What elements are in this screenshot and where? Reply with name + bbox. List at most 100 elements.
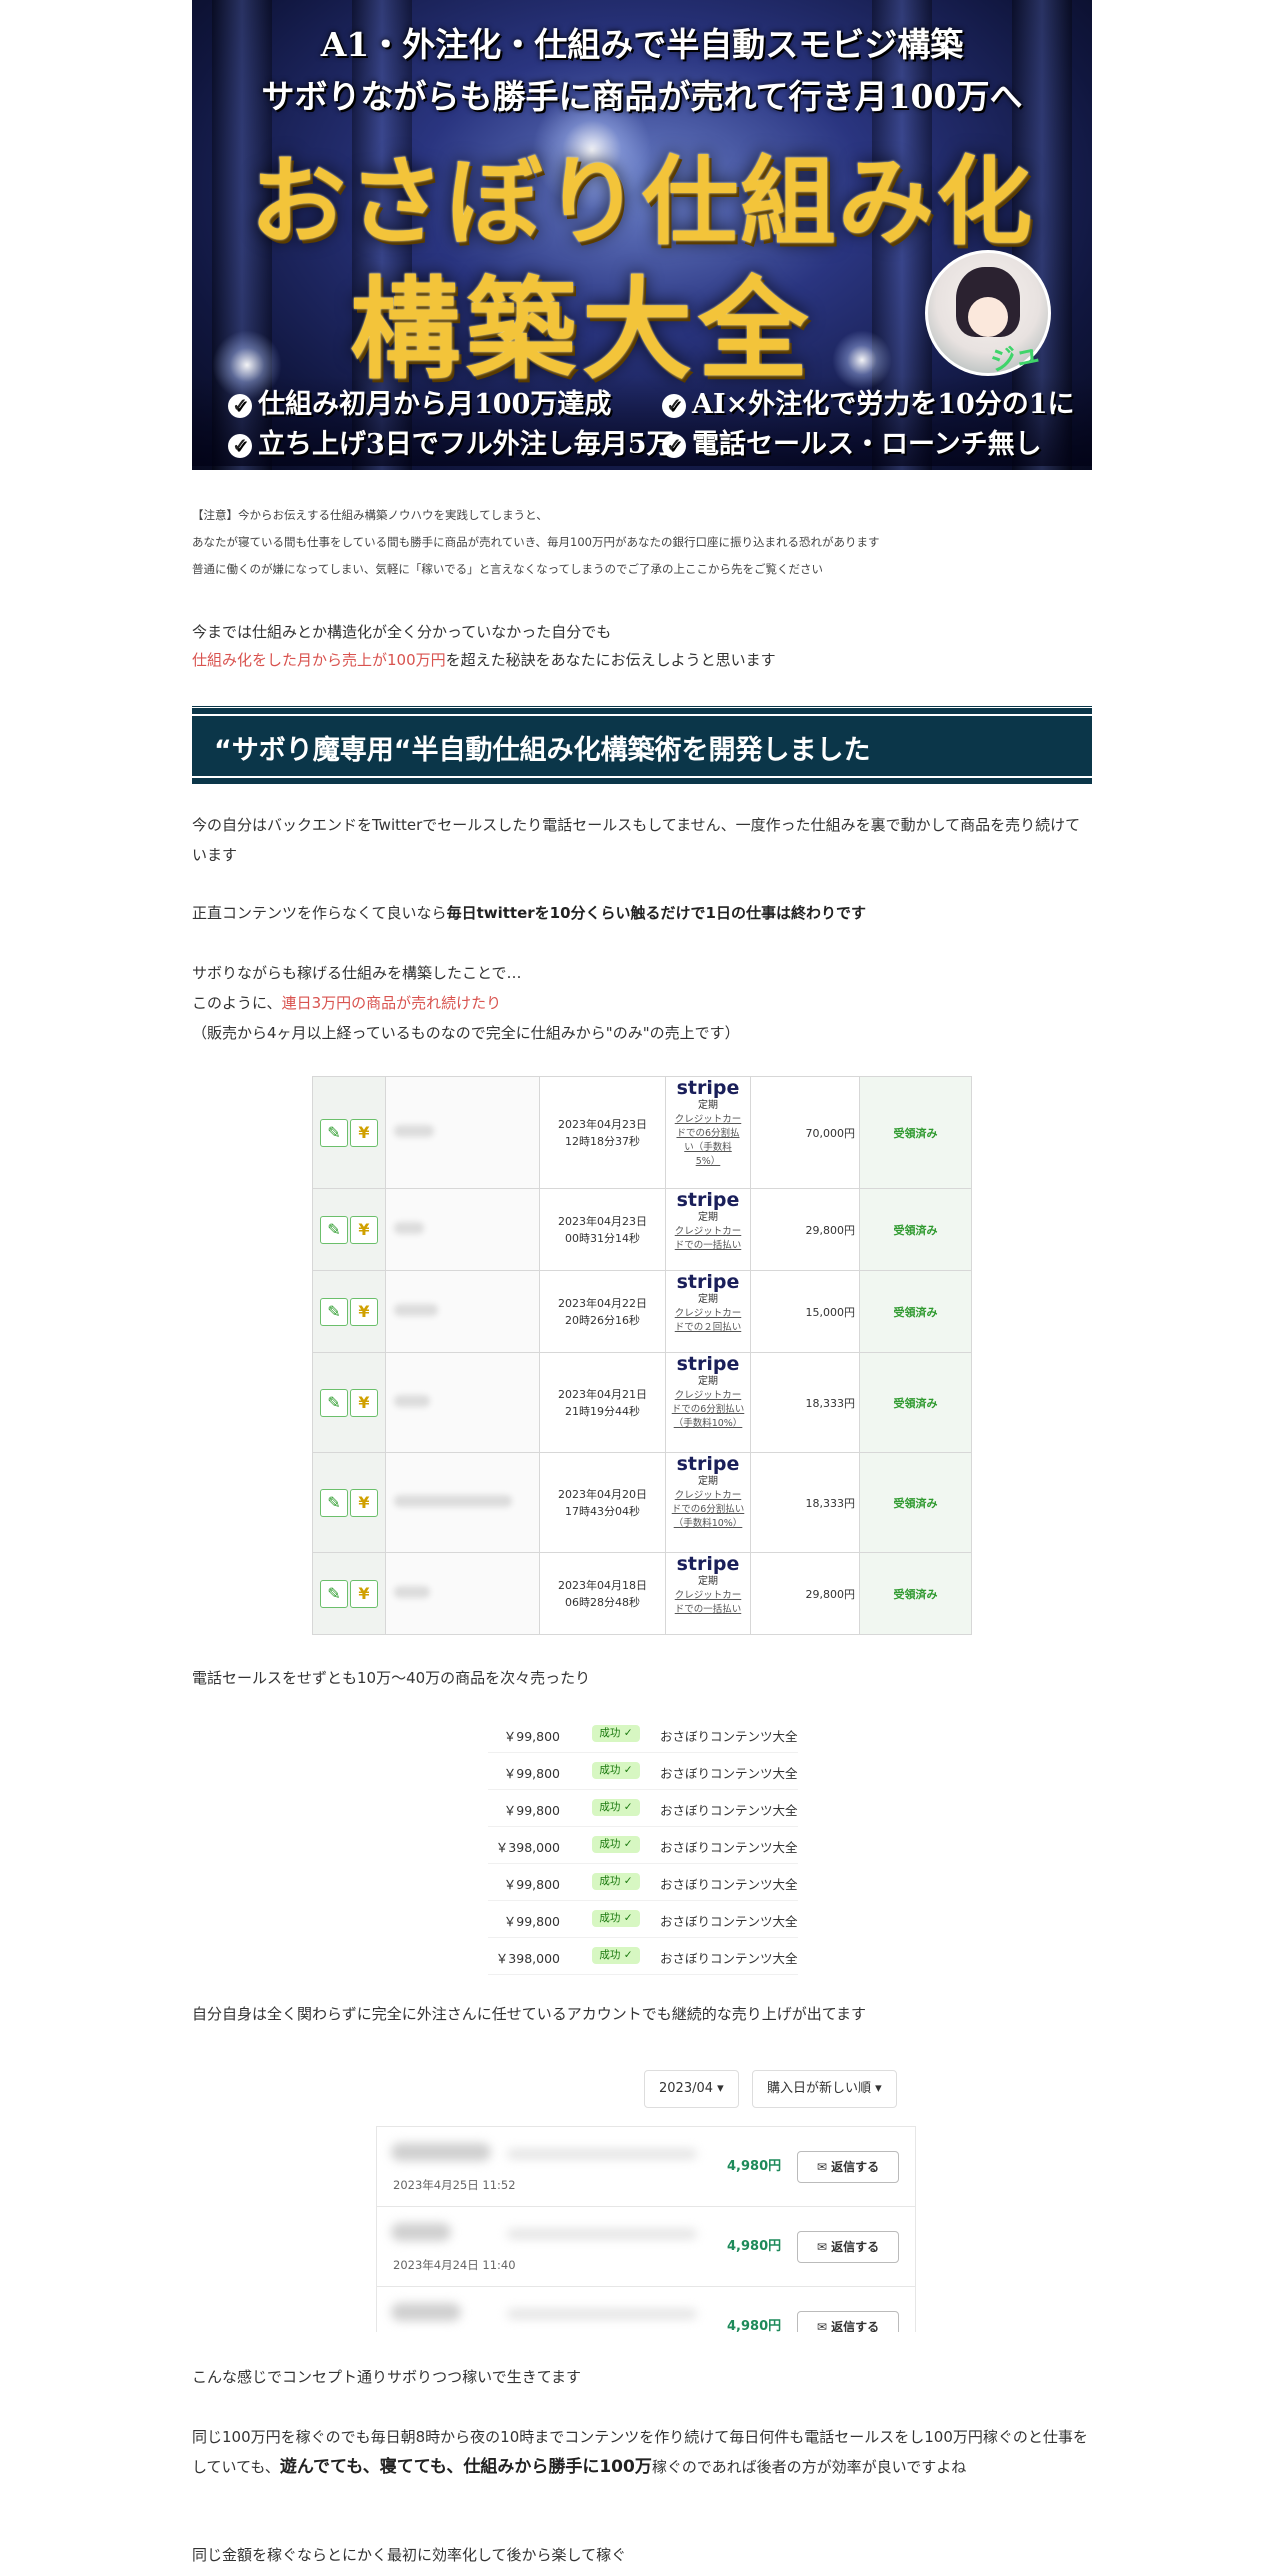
customer-name-blurred	[385, 1552, 540, 1635]
status-badge: 成功 ✓	[592, 1762, 640, 1779]
order-datetime: 2023年04月21日 21時19分44秒	[539, 1352, 666, 1453]
table-row: ✎ ¥2023年04月23日 00時31分14秒 stripe 定期 クレジットカー ドでの…	[312, 1188, 972, 1271]
body-p3-line1: サボりながらも稼げる仕組みを構築したことで…	[192, 964, 522, 982]
chevron-down-icon: ▾	[875, 2081, 882, 2096]
yen-icon[interactable]: ¥	[350, 1488, 378, 1517]
section-heading-text: “サボり魔専用“半自動仕組み化構築術を開発しました	[214, 735, 871, 766]
payment-amount: ￥99,800	[503, 1803, 560, 1818]
status-badge: 受領済み	[859, 1352, 972, 1453]
pencil-icon[interactable]: ✎	[320, 1118, 348, 1147]
pencil-icon[interactable]: ✎	[320, 1297, 348, 1326]
order-amount: 15,000円	[750, 1270, 860, 1353]
row-actions: ✎ ¥	[312, 1076, 386, 1189]
body-p3: サボりながらも稼げる仕組みを構築したことで… このように、連日3万円の商品が売れ…	[192, 958, 1092, 1048]
body-p2-bold: 毎日twitterを10分くらい触るだけで1日の仕事は終わりです	[446, 904, 866, 922]
check-icon: ✓	[228, 394, 252, 418]
notice-block: 【注意】今からお伝えする仕組み構築ノウハウを実践してしまうと、 あなたが寝ている…	[192, 502, 1092, 583]
row-actions: ✎ ¥	[312, 1552, 386, 1635]
mail-icon: ✉	[816, 2240, 832, 2254]
chevron-down-icon: ▾	[717, 2081, 724, 2096]
list-item: ￥99,800 成功 ✓ おさぼりコンテンツ大全	[488, 1716, 798, 1753]
status-badge: 受領済み	[859, 1076, 972, 1189]
yen-icon[interactable]: ¥	[350, 1118, 378, 1147]
banner-check-2: ✓ AI×外注化で労力を10分の1に	[662, 382, 1075, 421]
stripe-logo: stripe	[676, 1271, 740, 1293]
sales-table: ✎ ¥2023年04月23日 12時18分37秒 stripe 定期 クレジットカー ドでの…	[312, 1076, 972, 1635]
banner-check-1: ✓ 仕組み初月から月100万達成	[228, 382, 611, 421]
reply-button[interactable]: ✉ 返信する	[797, 2231, 899, 2263]
status-badge: 成功 ✓	[592, 1725, 640, 1742]
sort-select[interactable]: 購入日が新しい順 ▾	[752, 2070, 897, 2108]
order-datetime: 2023年04月22日 20時26分16秒	[539, 1270, 666, 1353]
payment-method: stripe 定期 クレジットカー ドでの6分割払 い（手数料 5%）	[665, 1076, 751, 1189]
order-card: 2023年4月25日 11:52 4,980円 ✉ 返信する	[376, 2126, 916, 2208]
closing-p2: 同じ100万円を稼ぐのでも毎日朝8時から夜の10時までコンテンツを作り続けて毎日…	[192, 2428, 1088, 2477]
payment-amount: ￥99,800	[503, 1729, 560, 1744]
list-item: ￥99,800 成功 ✓ おさぼりコンテンツ大全	[488, 1753, 798, 1790]
check-icon: ✓	[228, 434, 252, 458]
status-badge: 成功 ✓	[592, 1799, 640, 1816]
intro-line2: を超えた秘訣をあなたにお伝えしようと思います	[445, 651, 776, 669]
table-row: ✎ ¥2023年04月21日 21時19分44秒 stripe 定期 クレジットカー ドでの…	[312, 1352, 972, 1453]
table-row: ✎ ¥2023年04月20日 17時43分04秒 stripe 定期 クレジットカー ドでの…	[312, 1452, 972, 1553]
list-item: ￥99,800 成功 ✓ おさぼりコンテンツ大全	[488, 1790, 798, 1827]
reply-button[interactable]: ✉ 返信する	[797, 2311, 899, 2332]
status-badge: 受領済み	[859, 1552, 972, 1635]
order-datetime: 2023年04月18日 06時28分48秒	[539, 1552, 666, 1635]
buyer-name-blurred	[391, 2223, 451, 2241]
pencil-icon[interactable]: ✎	[320, 1579, 348, 1608]
closing-p1: こんな感じでコンセプト通りサボりつつ稼いで生きてます	[192, 2368, 581, 2386]
buyer-name-blurred	[391, 2303, 461, 2321]
list-item: ￥398,000 成功 ✓ おさぼりコンテンツ大全	[488, 1827, 798, 1864]
check-icon: ✓	[662, 434, 686, 458]
body-p1: 今の自分はバックエンドをTwitterでセールスしたり電話セールスもしてません、…	[192, 816, 1081, 864]
order-datetime: 2023年04月23日 00時31分14秒	[539, 1188, 666, 1271]
order-price: 4,980円	[727, 2319, 782, 2332]
customer-name-blurred	[385, 1076, 540, 1189]
row-actions: ✎ ¥	[312, 1270, 386, 1353]
customer-name-blurred	[385, 1452, 540, 1553]
status-badge: 受領済み	[859, 1452, 972, 1553]
closing-p3: 同じ金額を稼ぐならとにかく最初に効率化して後から楽して稼ぐ	[192, 2546, 627, 2564]
status-badge: 成功 ✓	[592, 1836, 640, 1853]
payment-amount: ￥398,000	[495, 1840, 560, 1855]
payment-description: おさぼりコンテンツ大全	[660, 1729, 798, 1744]
order-price: 4,980円	[727, 2159, 782, 2174]
payment-method: stripe 定期 クレジットカー ドでの２回払い	[665, 1270, 751, 1353]
closing-p2-bold: 遊んでても、寝てても、仕組みから勝手に100万	[279, 2457, 652, 2477]
pencil-icon[interactable]: ✎	[320, 1488, 348, 1517]
list-item: ￥99,800 成功 ✓ おさぼりコンテンツ大全	[488, 1864, 798, 1901]
payment-description: おさぼりコンテンツ大全	[660, 1840, 798, 1855]
status-badge: 成功 ✓	[592, 1910, 640, 1927]
order-amount: 18,333円	[750, 1452, 860, 1553]
payment-description: おさぼりコンテンツ大全	[660, 1914, 798, 1929]
stripe-logo: stripe	[676, 1189, 740, 1211]
row-actions: ✎ ¥	[312, 1452, 386, 1553]
yen-icon[interactable]: ¥	[350, 1297, 378, 1326]
reply-button[interactable]: ✉ 返信する	[797, 2151, 899, 2183]
product-title-blurred	[507, 2309, 697, 2319]
yen-icon[interactable]: ¥	[350, 1215, 378, 1244]
body-p3-highlight: 連日3万円の商品が売れ続けたり	[281, 994, 502, 1012]
payment-amount: ￥99,800	[503, 1914, 560, 1929]
row-actions: ✎ ¥	[312, 1352, 386, 1453]
list-item: ￥398,000 成功 ✓ おさぼりコンテンツ大全	[488, 1938, 798, 1975]
payment-method: stripe 定期 クレジットカー ドでの一括払い	[665, 1552, 751, 1635]
yen-icon[interactable]: ¥	[350, 1388, 378, 1417]
order-datetime: 2023年04月20日 17時43分04秒	[539, 1452, 666, 1553]
order-amount: 70,000円	[750, 1076, 860, 1189]
buyer-name-blurred	[391, 2143, 491, 2161]
orders-panel: 2023/04 ▾ 購入日が新しい順 ▾ 2023年4月25日 11:52 4,9…	[370, 2058, 918, 2332]
payment-description: おさぼりコンテンツ大全	[660, 1803, 798, 1818]
pencil-icon[interactable]: ✎	[320, 1388, 348, 1417]
phone-caption: 電話セールスをせずとも10万～40万の商品を次々売ったり	[192, 1669, 591, 1687]
pencil-icon[interactable]: ✎	[320, 1215, 348, 1244]
notice-line: 【注意】今からお伝えする仕組み構築ノウハウを実践してしまうと、	[192, 508, 548, 522]
month-select[interactable]: 2023/04 ▾	[644, 2070, 739, 2108]
stripe-logo: stripe	[676, 1077, 740, 1099]
table-row: ✎ ¥2023年04月18日 06時28分48秒 stripe 定期 クレジットカー ドでの…	[312, 1552, 972, 1635]
yen-icon[interactable]: ¥	[350, 1579, 378, 1608]
order-card: 4,980円 ✉ 返信する	[376, 2286, 916, 2332]
order-amount: 18,333円	[750, 1352, 860, 1453]
order-price: 4,980円	[727, 2239, 782, 2254]
